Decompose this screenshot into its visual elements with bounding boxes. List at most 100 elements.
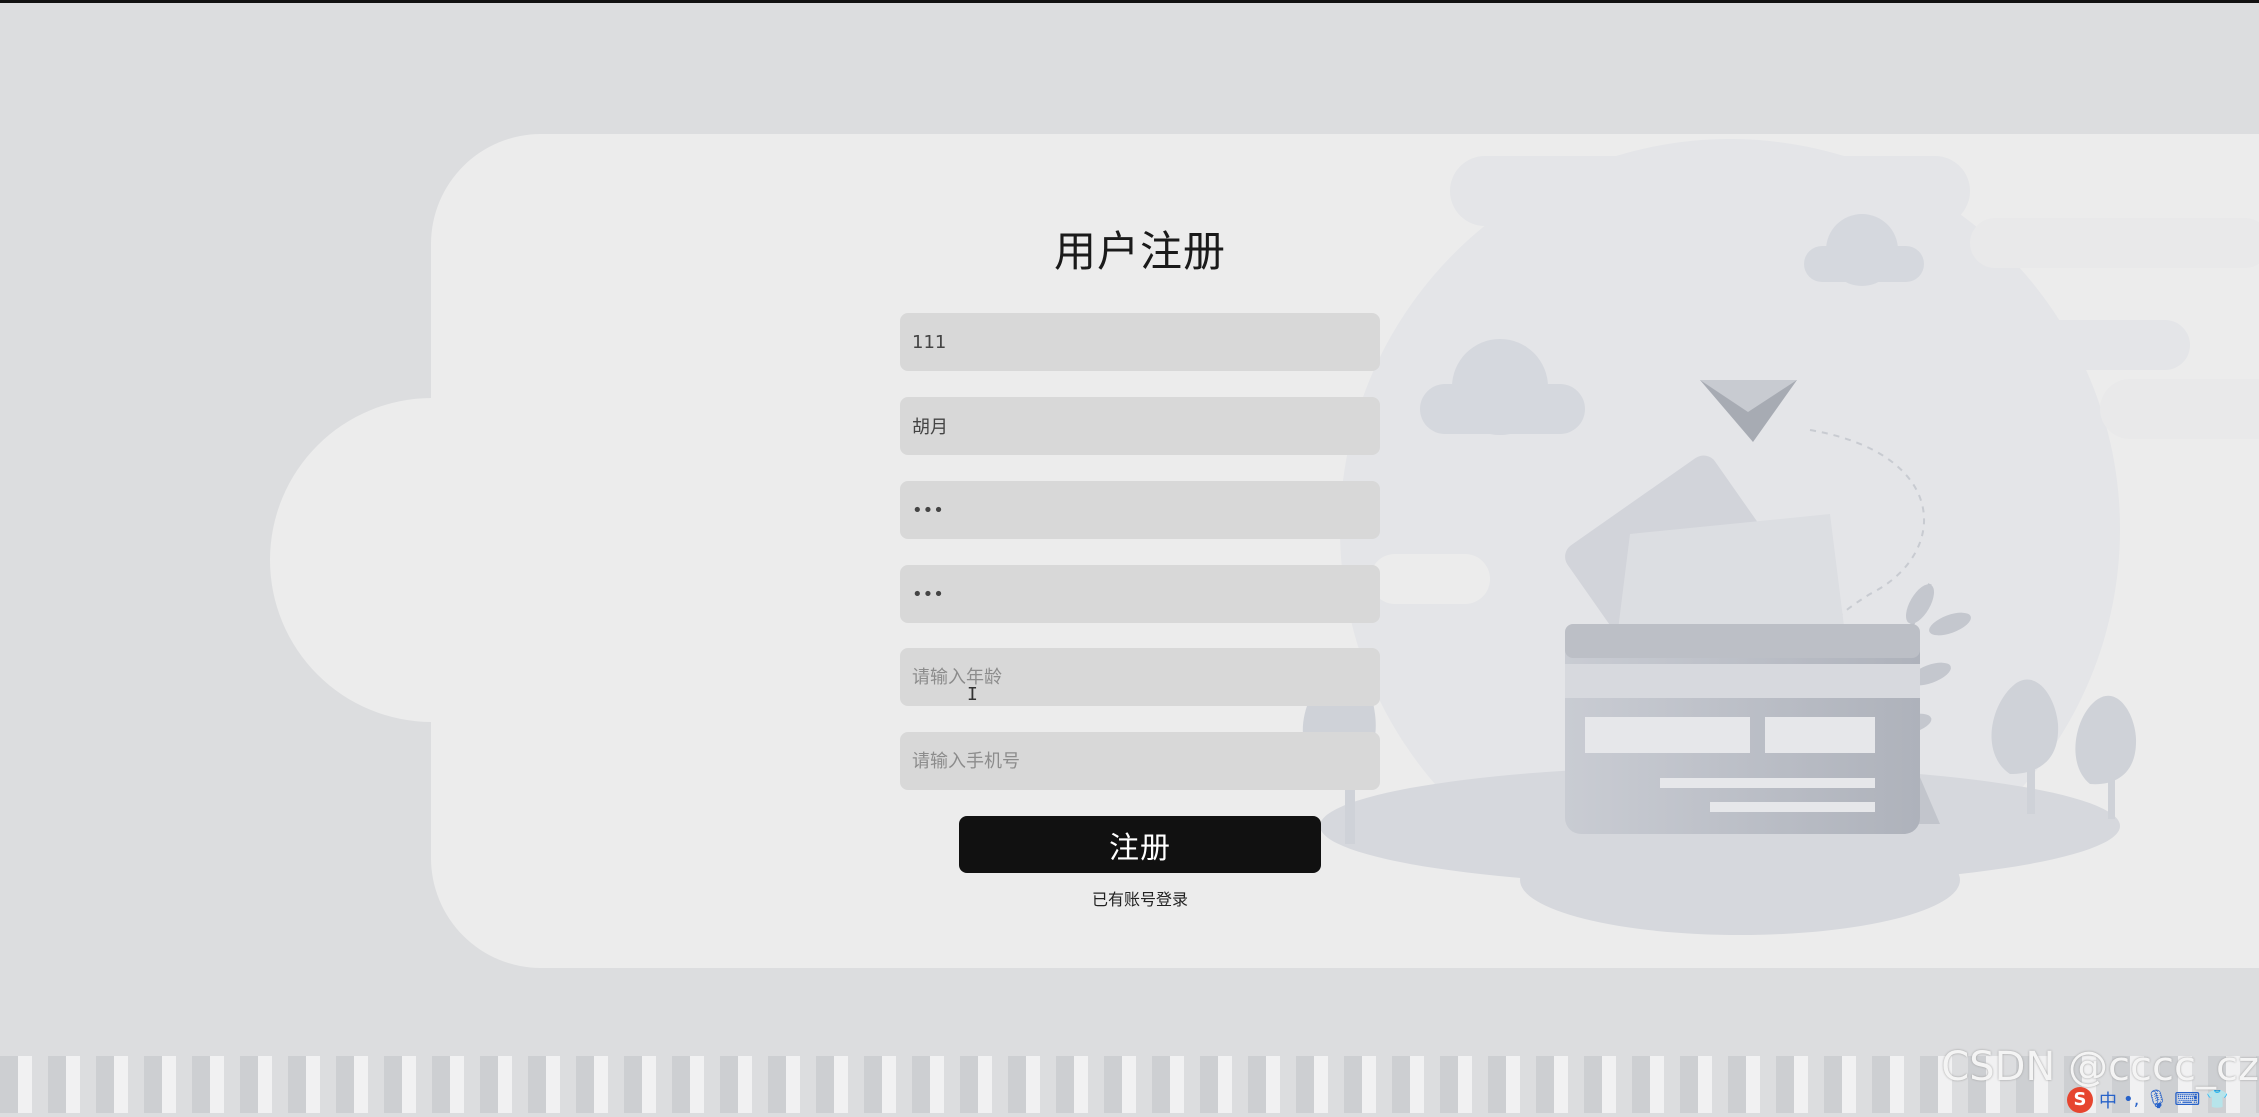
stripe bbox=[1362, 1056, 1376, 1113]
punctuation-icon[interactable]: •, bbox=[2123, 1089, 2139, 1110]
stripe bbox=[816, 1056, 834, 1113]
stripe bbox=[1152, 1056, 1170, 1113]
sogou-logo-icon[interactable]: S bbox=[2067, 1086, 2093, 1113]
microphone-icon[interactable]: 🎙 bbox=[2145, 1089, 2168, 1110]
stripe bbox=[528, 1056, 546, 1113]
register-button[interactable]: 注册 bbox=[959, 816, 1321, 873]
stripe bbox=[1776, 1056, 1794, 1113]
page: 用户注册 I 注册 已有账号登录 CSDN @cccc_cz S 中 •, 🎙 … bbox=[0, 0, 2259, 1113]
stripe bbox=[1104, 1056, 1122, 1113]
stripe bbox=[1794, 1056, 1808, 1113]
stripe bbox=[1344, 1056, 1362, 1113]
text-cursor-icon: I bbox=[967, 684, 978, 705]
stripe bbox=[576, 1056, 594, 1113]
stripe bbox=[450, 1056, 464, 1113]
keyboard-icon[interactable]: ⌨ bbox=[2174, 1089, 2200, 1110]
cloud-band bbox=[1970, 218, 2259, 268]
stripe bbox=[1890, 1056, 1904, 1113]
cloud-band bbox=[2100, 379, 2259, 439]
cloud-band bbox=[1450, 156, 1970, 226]
stripe bbox=[1266, 1056, 1280, 1113]
watermark: CSDN @cccc_cz bbox=[1941, 1044, 2259, 1090]
illustration-svg bbox=[1302, 139, 2259, 935]
stripe bbox=[1746, 1056, 1760, 1113]
stripe bbox=[930, 1056, 944, 1113]
page-title: 用户注册 bbox=[1053, 227, 1226, 276]
stripe bbox=[834, 1056, 848, 1113]
stripe bbox=[1296, 1056, 1314, 1113]
stripe bbox=[96, 1056, 114, 1113]
stripe bbox=[162, 1056, 176, 1113]
stripe bbox=[384, 1056, 402, 1113]
stripe bbox=[498, 1056, 512, 1113]
stripe bbox=[978, 1056, 992, 1113]
stripe bbox=[1458, 1056, 1472, 1113]
stripe bbox=[1698, 1056, 1712, 1113]
stripe bbox=[1920, 1056, 1938, 1113]
confirm-password-input[interactable] bbox=[900, 565, 1380, 623]
skin-icon[interactable]: 👕 bbox=[2206, 1089, 2228, 1110]
stripe bbox=[1248, 1056, 1266, 1113]
stripe bbox=[480, 1056, 498, 1113]
stripe bbox=[1554, 1056, 1568, 1113]
stripe bbox=[0, 1056, 18, 1113]
stripe bbox=[66, 1056, 80, 1113]
stripe bbox=[1632, 1056, 1650, 1113]
stripe bbox=[18, 1056, 32, 1113]
stripe bbox=[864, 1056, 882, 1113]
stripe bbox=[1218, 1056, 1232, 1113]
phone-input[interactable] bbox=[900, 732, 1380, 790]
stripe bbox=[1872, 1056, 1890, 1113]
login-link[interactable]: 已有账号登录 bbox=[900, 886, 1380, 910]
stripe bbox=[1056, 1056, 1074, 1113]
stripe bbox=[1410, 1056, 1424, 1113]
stripe bbox=[354, 1056, 368, 1113]
stripe bbox=[144, 1056, 162, 1113]
stripe bbox=[288, 1056, 306, 1113]
stripe-pattern bbox=[0, 1056, 2259, 1113]
stripe bbox=[690, 1056, 704, 1113]
tree-icon bbox=[2075, 695, 2137, 819]
cloud-band bbox=[1370, 554, 1490, 604]
stripe bbox=[48, 1056, 66, 1113]
top-border bbox=[0, 0, 2259, 3]
stripe bbox=[1122, 1056, 1136, 1113]
stripe bbox=[210, 1056, 224, 1113]
stripe bbox=[402, 1056, 416, 1113]
stripe bbox=[1440, 1056, 1458, 1113]
username-input[interactable] bbox=[900, 313, 1380, 371]
stripe bbox=[882, 1056, 896, 1113]
ime-mode-label[interactable]: 中 bbox=[2099, 1087, 2117, 1113]
stripe bbox=[240, 1056, 258, 1113]
realname-input[interactable] bbox=[900, 397, 1380, 455]
stripe bbox=[258, 1056, 272, 1113]
stripe bbox=[720, 1056, 738, 1113]
stripe bbox=[672, 1056, 690, 1113]
stripe bbox=[1824, 1056, 1842, 1113]
stripe bbox=[1074, 1056, 1088, 1113]
stripe bbox=[1842, 1056, 1856, 1113]
stripe bbox=[306, 1056, 320, 1113]
stripe bbox=[192, 1056, 210, 1113]
stripe bbox=[1488, 1056, 1506, 1113]
ime-toolbar[interactable]: S 中 •, 🎙 ⌨ 👕 bbox=[2067, 1086, 2259, 1113]
cloud-band bbox=[1910, 320, 2190, 370]
stripe bbox=[594, 1056, 608, 1113]
stripe bbox=[1170, 1056, 1184, 1113]
stripe bbox=[1650, 1056, 1664, 1113]
stripe bbox=[624, 1056, 642, 1113]
stripe bbox=[768, 1056, 786, 1113]
illustration bbox=[1270, 134, 2259, 968]
stripe bbox=[1728, 1056, 1746, 1113]
password-input[interactable] bbox=[900, 481, 1380, 539]
stripe bbox=[336, 1056, 354, 1113]
stripe bbox=[1680, 1056, 1698, 1113]
bottom-stripes bbox=[0, 1056, 2259, 1113]
stripe bbox=[546, 1056, 560, 1113]
stripe bbox=[960, 1056, 978, 1113]
stripe bbox=[1506, 1056, 1520, 1113]
stripe bbox=[432, 1056, 450, 1113]
stripe bbox=[1314, 1056, 1328, 1113]
stripe bbox=[1392, 1056, 1410, 1113]
stripe bbox=[114, 1056, 128, 1113]
